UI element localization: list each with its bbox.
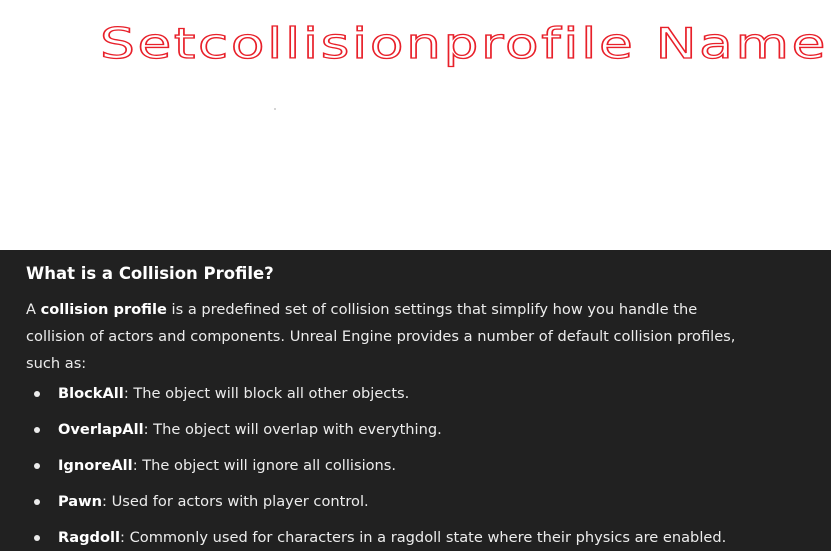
response-panel: What is a Collision Profile? A collision… xyxy=(0,250,831,551)
bullet-icon xyxy=(34,535,40,541)
handwritten-text: Setcollisionprofile Name xyxy=(100,19,828,68)
list-item-desc: : Commonly used for characters in a ragd… xyxy=(120,529,727,546)
list-item-term: Ragdoll xyxy=(58,529,121,546)
intro-pre: A xyxy=(26,301,41,318)
list-item-desc: : The object will ignore all collisions. xyxy=(132,457,397,474)
list-item: OverlapAll: The object will overlap with… xyxy=(26,419,805,441)
stray-mark xyxy=(274,108,276,110)
bullet-icon xyxy=(34,427,40,433)
list-item: IgnoreAll: The object will ignore all co… xyxy=(26,455,805,477)
list-item: Ragdoll: Commonly used for characters in… xyxy=(26,527,805,549)
list-item-term: OverlapAll xyxy=(58,421,144,438)
bullet-icon xyxy=(34,391,40,397)
intro-bold-term: collision profile xyxy=(40,301,167,318)
list-item-desc: : Used for actors with player control. xyxy=(102,493,369,510)
handwritten-annotation: Setcollisionprofile Name xyxy=(99,18,828,68)
list-item-term: BlockAll xyxy=(58,385,124,402)
bullet-icon xyxy=(34,499,40,505)
list-item: BlockAll: The object will block all othe… xyxy=(26,383,805,405)
list-item-desc: : The object will block all other object… xyxy=(123,385,410,402)
section-heading: What is a Collision Profile? xyxy=(26,264,274,283)
intro-paragraph: A collision profile is a predefined set … xyxy=(26,296,746,377)
list-item-term: IgnoreAll xyxy=(58,457,133,474)
bullet-icon xyxy=(34,463,40,469)
list-item-term: Pawn xyxy=(58,493,103,510)
profile-list: BlockAll: The object will block all othe… xyxy=(26,383,805,549)
drawing-canvas[interactable]: Setcollisionprofile Name xyxy=(0,0,831,250)
list-item-desc: : The object will overlap with everythin… xyxy=(143,421,442,438)
list-item: Pawn: Used for actors with player contro… xyxy=(26,491,805,513)
